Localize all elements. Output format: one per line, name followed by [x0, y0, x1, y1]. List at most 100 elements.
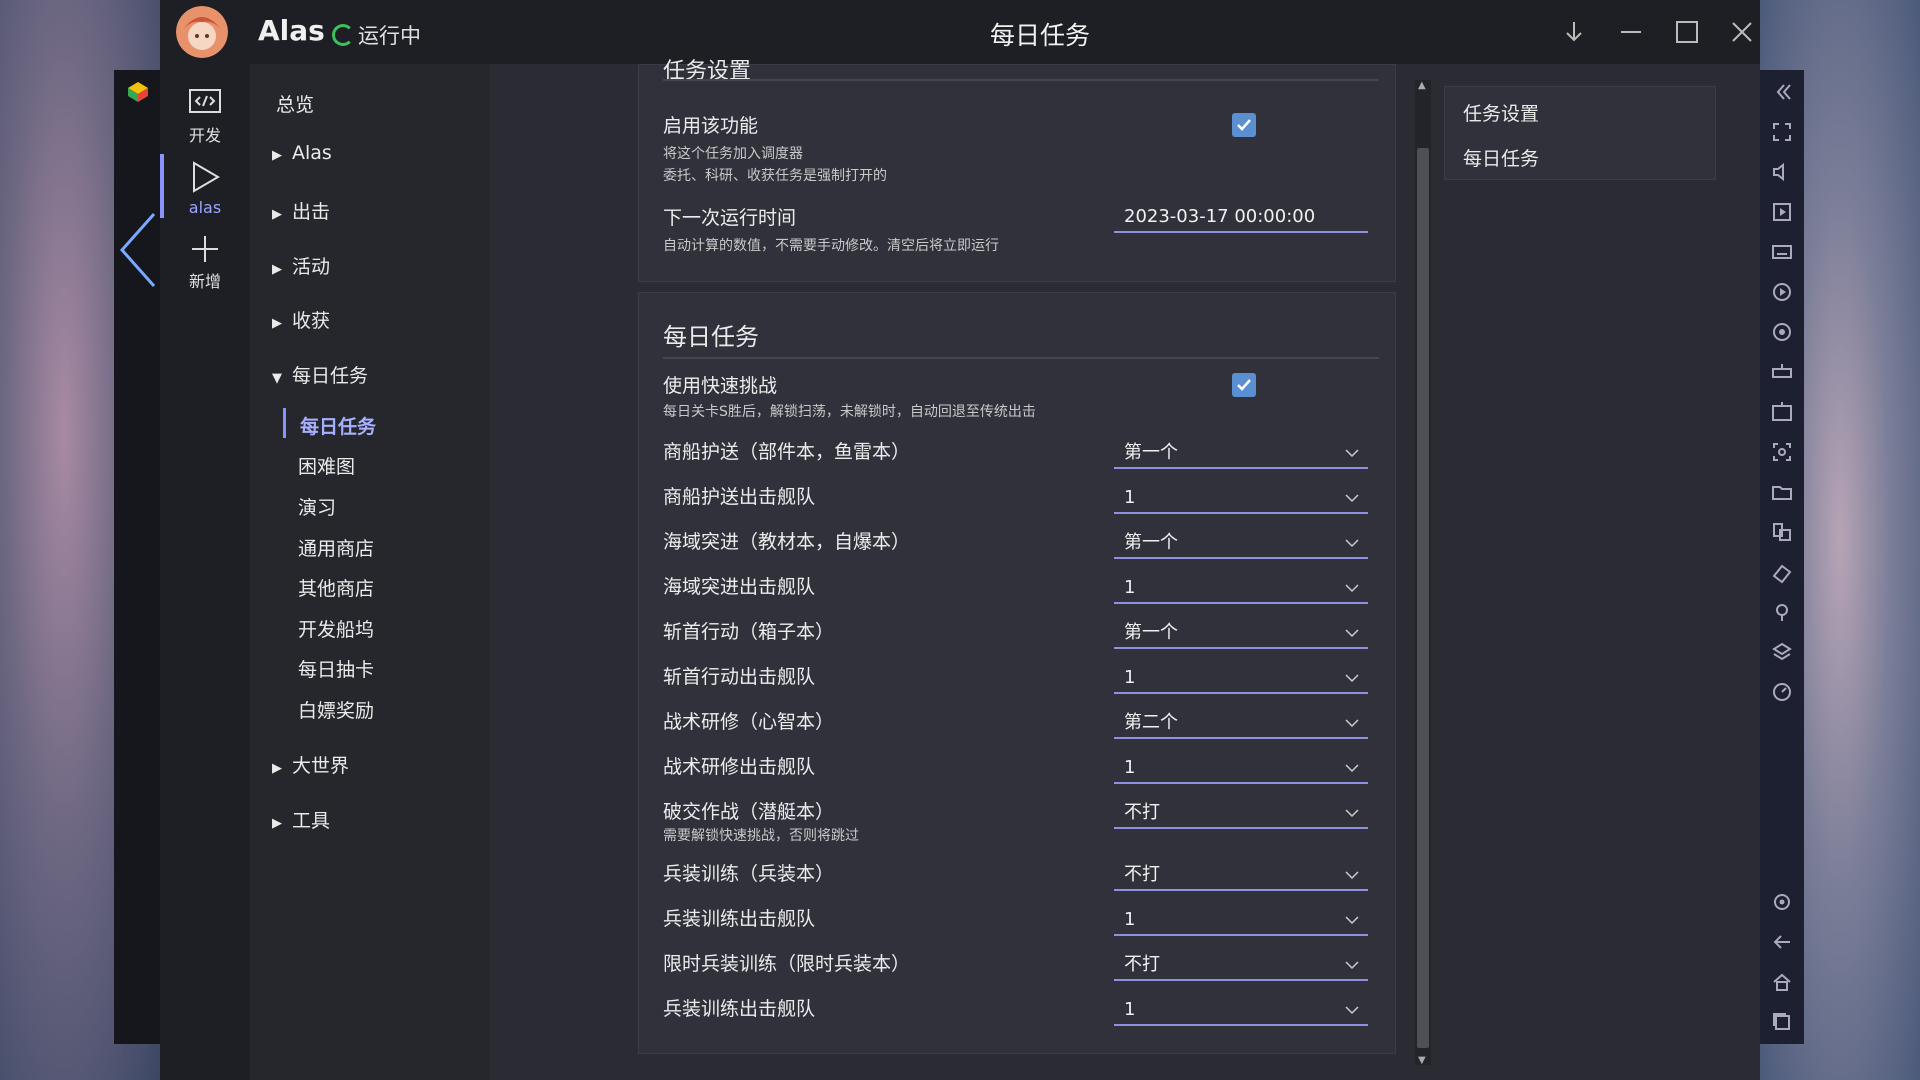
- escort-fleet-select[interactable]: 1: [1114, 484, 1368, 514]
- leftbar-item-alas[interactable]: alas: [160, 160, 250, 217]
- macro-icon[interactable]: [1770, 280, 1794, 304]
- enable-checkbox[interactable]: [1232, 113, 1256, 137]
- task-settings-card: 任务设置 启用该功能 将这个任务加入调度器 委托、科研、收获任务是强制打开的 下…: [638, 59, 1396, 282]
- apk-install-icon[interactable]: [1770, 400, 1794, 424]
- caret-right-icon: ▶: [272, 761, 282, 776]
- minimize-icon[interactable]: [1615, 16, 1647, 48]
- fierce-assault-fleet-label: 斩首行动出击舰队: [663, 666, 816, 688]
- screenshot-icon[interactable]: [1770, 440, 1794, 464]
- fierce-assault-select[interactable]: 第一个: [1114, 619, 1368, 649]
- scroll-up-icon[interactable]: ▲: [1418, 80, 1428, 91]
- caret-right-icon: ▶: [272, 316, 282, 331]
- nav-sub-free-reward[interactable]: 白嫖奖励: [298, 696, 374, 723]
- nav-sub-hard[interactable]: 困难图: [298, 452, 355, 479]
- caret-right-icon: ▶: [272, 816, 282, 831]
- emulator-back-arrow-icon[interactable]: [118, 210, 158, 290]
- nav-group-harvest[interactable]: ▶ 收获: [272, 306, 330, 333]
- leftbar-item-dev[interactable]: 开发: [160, 88, 250, 146]
- nav-sub-general-shop[interactable]: 通用商店: [298, 534, 374, 561]
- maximize-icon[interactable]: [1671, 16, 1703, 48]
- advance-label: 海域突进（教材本，自爆本）: [663, 531, 911, 553]
- escort-select[interactable]: 第一个: [1114, 439, 1368, 469]
- nav-item-overview[interactable]: 总览: [276, 90, 314, 117]
- toc-item-task-settings[interactable]: 任务设置: [1463, 99, 1539, 126]
- fullscreen-icon[interactable]: [1770, 120, 1794, 144]
- folder-icon[interactable]: [1770, 480, 1794, 504]
- back-icon[interactable]: [1770, 930, 1794, 954]
- location-icon[interactable]: [1770, 600, 1794, 624]
- quick-challenge-checkbox[interactable]: [1232, 373, 1256, 397]
- download-icon[interactable]: [1558, 16, 1590, 48]
- eraser-icon[interactable]: [1770, 560, 1794, 584]
- enable-help-2: 委托、科研、收获任务是强制打开的: [663, 168, 887, 184]
- equipment-fleet-select[interactable]: 1: [1114, 906, 1368, 936]
- gamepad-icon[interactable]: [1770, 360, 1794, 384]
- next-run-help: 自动计算的数值，不需要手动修改。清空后将立即运行: [663, 238, 999, 254]
- equipment-select[interactable]: 不打: [1114, 861, 1368, 891]
- chevron-down-icon: [1345, 764, 1359, 773]
- enable-label: 启用该功能: [663, 115, 759, 137]
- submarine-select[interactable]: 不打: [1114, 799, 1368, 829]
- volume-icon[interactable]: [1770, 160, 1794, 184]
- toc-item-daily[interactable]: 每日任务: [1463, 144, 1539, 171]
- advance-fleet-select[interactable]: 1: [1114, 574, 1368, 604]
- multi-instance-icon[interactable]: [1770, 520, 1794, 544]
- emulator-logo-icon: [128, 82, 148, 102]
- nav-sub-other-shop[interactable]: 其他商店: [298, 574, 374, 601]
- nav-sub-daily[interactable]: 每日任务: [300, 412, 376, 439]
- gear-icon[interactable]: [1770, 890, 1794, 914]
- emulator-left-strip: [114, 70, 160, 1044]
- recent-apps-icon[interactable]: [1770, 1010, 1794, 1034]
- caret-right-icon: ▶: [272, 207, 282, 222]
- advance-select[interactable]: 第一个: [1114, 529, 1368, 559]
- table-of-contents: 任务设置 每日任务: [1444, 86, 1716, 180]
- submarine-help: 需要解锁快速挑战，否则将跳过: [663, 828, 859, 844]
- next-run-input[interactable]: 2023-03-17 00:00:00: [1114, 203, 1368, 233]
- quick-challenge-label: 使用快速挑战: [663, 375, 778, 397]
- limited-equipment-fleet-label: 兵装训练出击舰队: [663, 998, 816, 1020]
- nav-sub-shipyard[interactable]: 开发船坞: [298, 615, 374, 642]
- fierce-assault-fleet-select[interactable]: 1: [1114, 664, 1368, 694]
- status-indicator: 运行中: [332, 20, 421, 50]
- nav-group-sortie[interactable]: ▶ 出击: [272, 197, 330, 224]
- chevron-down-icon: [1345, 494, 1359, 503]
- leftbar-item-label: alas: [188, 198, 222, 217]
- scroll-thumb[interactable]: [1417, 148, 1429, 1048]
- plus-icon: [192, 236, 218, 262]
- layers-icon[interactable]: [1770, 640, 1794, 664]
- keyboard-icon[interactable]: [1770, 240, 1794, 264]
- limited-equipment-fleet-select[interactable]: 1: [1114, 996, 1368, 1026]
- equipment-label: 兵装训练（兵装本）: [663, 863, 835, 885]
- collapse-icon[interactable]: [1770, 80, 1794, 104]
- nav-active-bar: [283, 408, 286, 438]
- screen-record-icon[interactable]: [1770, 200, 1794, 224]
- chevron-down-icon: [1345, 961, 1359, 970]
- content-scrollbar[interactable]: ▲ ▼: [1415, 80, 1431, 1066]
- leftbar-item-add[interactable]: 新增: [160, 234, 250, 292]
- limited-equipment-select[interactable]: 不打: [1114, 951, 1368, 981]
- nav-group-opsi[interactable]: ▶ 大世界: [272, 751, 349, 778]
- tactical-select[interactable]: 第二个: [1114, 709, 1368, 739]
- nav-group-daily[interactable]: ▼ 每日任务: [272, 361, 368, 388]
- home-icon[interactable]: [1770, 970, 1794, 994]
- nav-group-alas[interactable]: ▶ Alas: [272, 142, 332, 164]
- scroll-down-icon[interactable]: ▼: [1418, 1055, 1428, 1066]
- advance-fleet-label: 海域突进出击舰队: [663, 576, 816, 598]
- submarine-label: 破交作战（潜艇本）: [663, 801, 835, 823]
- nav-group-tools[interactable]: ▶ 工具: [272, 806, 330, 833]
- alas-window: Alas 运行中 每日任务 开发 alas 新增 总览 ▶ Alas ▶ 出击 ▶ 活…: [160, 0, 1760, 1080]
- tactical-fleet-label: 战术研修出击舰队: [663, 756, 816, 778]
- caret-right-icon: ▶: [272, 262, 282, 277]
- divider: [663, 79, 1379, 81]
- close-icon[interactable]: [1726, 16, 1758, 48]
- app-name: Alas: [258, 14, 325, 47]
- nav-sub-daily-gacha[interactable]: 每日抽卡: [298, 655, 374, 682]
- speed-icon[interactable]: [1770, 680, 1794, 704]
- nav-menu: 总览 ▶ Alas ▶ 出击 ▶ 活动 ▶ 收获 ▼ 每日任务 每日任务 困难图 演习 通…: [250, 64, 490, 1080]
- nav-sub-exercise[interactable]: 演习: [298, 493, 336, 520]
- chevron-down-icon: [1345, 629, 1359, 638]
- sync-icon[interactable]: [1770, 320, 1794, 344]
- nav-group-event[interactable]: ▶ 活动: [272, 252, 330, 279]
- play-icon: [193, 161, 220, 193]
- tactical-fleet-select[interactable]: 1: [1114, 754, 1368, 784]
